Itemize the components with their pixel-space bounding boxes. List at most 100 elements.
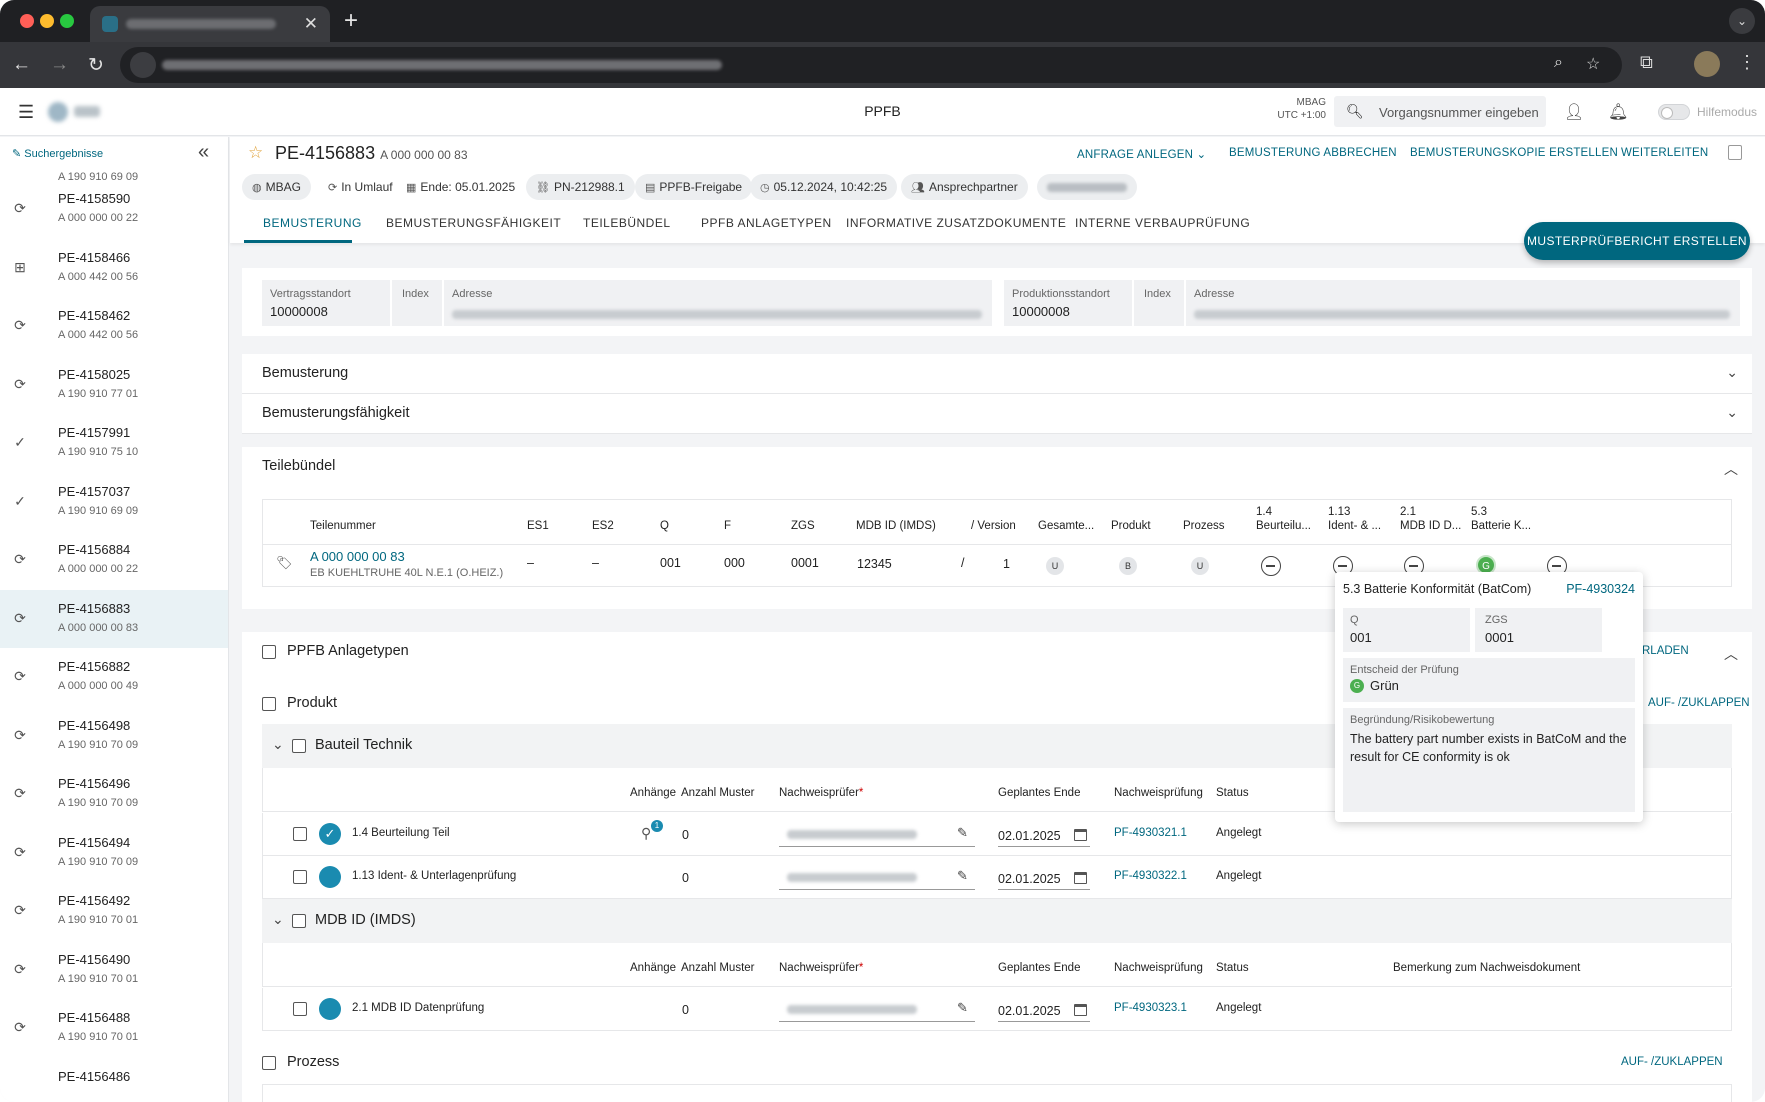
pf-link[interactable]: PF-4930321.1 (1114, 827, 1187, 839)
prozess-toggle-button[interactable]: AUF- /ZUKLAPPEN (1621, 1056, 1723, 1068)
tab-teilebuendel[interactable]: TEILEBÜNDEL (583, 216, 671, 230)
search-results-link[interactable]: ✎ Suchergebnisse (12, 147, 103, 160)
chevron-up-icon[interactable]: ︿ (1724, 644, 1738, 664)
paperclip-icon[interactable]: ⚲ (641, 825, 651, 842)
check-done-icon: ✓ (319, 823, 341, 845)
sidebar-item[interactable]: ⟳ PE-4156496 A 190 910 70 09 (0, 765, 228, 823)
sidebar-item[interactable]: PE-4156486 (0, 1058, 228, 1102)
tab-menu-chevron-icon[interactable]: ⌄ (1729, 8, 1755, 34)
pruefer-input[interactable] (779, 864, 975, 890)
pencil-icon[interactable]: ✎ (957, 1000, 968, 1016)
minimize-window-dot[interactable] (40, 14, 54, 28)
sidebar-item[interactable]: ⟳ PE-4156492 A 190 910 70 01 (0, 882, 228, 940)
browser-tab[interactable]: ✕ (90, 6, 330, 42)
sidebar-item[interactable]: ⟳ PE-4156490 A 190 910 70 01 (0, 941, 228, 999)
forward-icon[interactable]: → (50, 54, 69, 76)
popover-title: 5.3 Batterie Konformität (BatCom) (1343, 582, 1532, 596)
prozess-checkbox[interactable] (262, 1056, 276, 1070)
sidebar-item[interactable]: ⟳ PE-4156494 A 190 910 70 09 (0, 824, 228, 882)
tab-zusatzdokumente[interactable]: INFORMATIVE ZUSATZDOKUMENTE (846, 216, 1066, 230)
mdb-header-row: Anhänge Anzahl Muster Nachweisprüfer* Ge… (262, 943, 1732, 987)
calendar-icon[interactable] (1074, 872, 1087, 884)
mdb-group-header[interactable]: ⌄ MDB ID (IMDS) (262, 899, 1732, 943)
tab-ppfb-anlagetypen[interactable]: PPFB ANLAGETYPEN (701, 216, 832, 230)
herunterladen-button[interactable]: RLADEN (1642, 645, 1689, 657)
row-checkbox[interactable] (293, 1002, 307, 1016)
chevron-up-icon[interactable]: ︿ (1724, 459, 1738, 479)
tab-bemusterung[interactable]: BEMUSTERUNG (263, 216, 362, 230)
pencil-icon[interactable]: ✎ (957, 868, 968, 884)
bemusterung-abbrechen-button[interactable]: BEMUSTERUNG ABBRECHEN (1229, 147, 1397, 159)
anlagetypen-checkbox[interactable] (262, 645, 276, 659)
pruefer-input[interactable] (779, 821, 975, 847)
sidebar-item[interactable]: ⟳ PE-4156883 A 000 000 00 83 (0, 589, 228, 648)
back-icon[interactable]: ← (12, 54, 31, 76)
save-icon[interactable] (1728, 145, 1742, 160)
user-icon[interactable]: 👤︎ (1564, 102, 1584, 122)
case-id: PE-4156883 (275, 143, 376, 163)
favorite-star-icon[interactable]: ☆ (248, 143, 263, 163)
produkt-toggle-button[interactable]: AUF- /ZUKLAPPEN (1648, 697, 1750, 709)
pruefer-blurred (787, 1005, 917, 1014)
site-info-icon[interactable] (130, 52, 156, 78)
popover-zgs-field: ZGS 0001 (1475, 608, 1602, 652)
section-faehigkeit[interactable]: Bemusterungsfähigkeit ⌄ (242, 394, 1752, 434)
sidebar-item[interactable]: ⟳ PE-4158590 A 000 000 00 22 (0, 180, 228, 238)
tab-close-icon[interactable]: ✕ (304, 14, 318, 34)
calendar-icon[interactable] (1074, 1004, 1087, 1016)
sidebar-item[interactable]: ⊞ PE-4158466 A 000 442 00 56 (0, 239, 228, 297)
musterpruefbericht-button[interactable]: MUSTERPRÜFBERICHT ERSTELLEN (1524, 222, 1750, 260)
sidebar-item[interactable]: ⟳ PE-4156884 A 000 000 00 22 (0, 531, 228, 589)
gesamt-badge: U (1046, 557, 1064, 575)
chip-pn-link[interactable]: ⛓ PN-212988.1 (526, 174, 635, 200)
sidebar-item[interactable]: ✓ PE-4157037 A 190 910 69 09 (0, 473, 228, 531)
check-status-1-4-icon[interactable] (1261, 556, 1281, 576)
tab-bemusterungsfaehigkeit[interactable]: BEMUSTERUNGSFÄHIGKEIT (386, 216, 561, 230)
tab-verbaupruefung[interactable]: INTERNE VERBAUPRÜFUNG (1075, 216, 1250, 230)
sidebar-item[interactable]: ⟳ PE-4156882 A 000 000 00 49 (0, 648, 228, 706)
produkt-checkbox[interactable] (262, 697, 276, 711)
bauteil-checkbox[interactable] (292, 739, 306, 753)
calendar-icon[interactable] (1074, 829, 1087, 841)
new-tab-icon[interactable]: + (344, 7, 358, 35)
help-mode-toggle[interactable] (1658, 104, 1690, 120)
sidebar-item[interactable]: ⟳ PE-4158462 A 000 442 00 56 (0, 297, 228, 355)
zoom-icon[interactable]: ⌕ (1554, 54, 1563, 72)
browser-menu-icon[interactable]: ⋮ (1738, 52, 1756, 73)
address-bar[interactable]: ⌕ ☆ (120, 47, 1622, 83)
extensions-icon[interactable]: ⧉ (1640, 52, 1653, 73)
popover-pf-link[interactable]: PF-4930324 (1566, 582, 1635, 596)
weiterleiten-button[interactable]: WEITERLEITEN (1621, 147, 1708, 159)
sidebar-item-partnumber: A 190 910 70 09 (58, 855, 139, 868)
pencil-icon[interactable]: ✎ (957, 825, 968, 841)
batcom-popover: 5.3 Batterie Konformität (BatCom) PF-493… (1335, 572, 1643, 822)
search-results-label: Suchergebnisse (24, 148, 104, 160)
bookmark-star-icon[interactable]: ☆ (1586, 54, 1600, 74)
pf-link[interactable]: PF-4930323.1 (1114, 1002, 1187, 1014)
row-checkbox[interactable] (293, 827, 307, 841)
section-bemusterung[interactable]: Bemusterung ⌄ (242, 354, 1752, 394)
bemusterungskopie-button[interactable]: BEMUSTERUNGSKOPIE ERSTELLEN (1410, 147, 1618, 159)
sidebar-item[interactable]: ⟳ PE-4158025 A 190 910 77 01 (0, 356, 228, 414)
mdb-checkbox[interactable] (292, 914, 306, 928)
pruefer-input[interactable] (779, 996, 975, 1022)
sidebar-item[interactable]: ⟳ PE-4156498 A 190 910 70 09 (0, 707, 228, 765)
close-window-dot[interactable] (20, 14, 34, 28)
chip-contact[interactable]: 👥︎ Ansprechpartner (901, 174, 1028, 200)
collapse-sidebar-icon[interactable]: « (198, 141, 209, 164)
vertrag-address-label: Adresse (452, 288, 493, 300)
profile-avatar[interactable] (1694, 51, 1720, 77)
search-input[interactable]: 🔍︎ Vorgangsnummer eingeben (1334, 96, 1546, 127)
sidebar-item[interactable]: ⟳ PE-4156488 A 190 910 70 01 (0, 999, 228, 1057)
sidebar-item-partnumber: A 190 910 69 09 (58, 504, 139, 517)
prozess-table-edge (262, 1084, 1732, 1102)
anfrage-anlegen-button[interactable]: ANFRAGE ANLEGEN ⌄ (1077, 147, 1206, 161)
row-checkbox[interactable] (293, 870, 307, 884)
chip-ppfb-freigabe[interactable]: ▤ PPFB-Freigabe (635, 174, 753, 200)
maximize-window-dot[interactable] (60, 14, 74, 28)
part-number-link[interactable]: A 000 000 00 83 (310, 549, 405, 564)
sidebar-item[interactable]: ✓ PE-4157991 A 190 910 75 10 (0, 414, 228, 472)
reload-icon[interactable]: ↻ (88, 54, 104, 77)
bell-icon[interactable]: 🔔︎ (1608, 102, 1628, 122)
pf-link[interactable]: PF-4930322.1 (1114, 870, 1187, 882)
